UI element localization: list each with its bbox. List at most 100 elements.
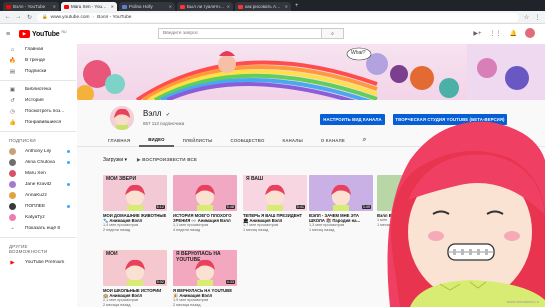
sidebar-item-label: YouTube Premium [25,260,65,265]
video-thumbnail[interactable]: МОИ 5:02 [103,250,167,286]
sidebar-item-history[interactable]: ↺ История [0,95,76,106]
banner-text: What? [351,50,366,56]
search-button[interactable]: ⌕ [322,28,344,39]
channel-tab[interactable]: ВИДЕО [139,134,174,147]
create-video-icon[interactable]: ▶+ [473,30,481,37]
divider [0,80,76,81]
subscription-item[interactable]: Maru Xen [0,168,76,179]
browser-tab[interactable]: Вэлл - YouTube ✕ [3,2,59,11]
address-bar[interactable]: 🔒 www.youtube.com › Вэлл - YouTube [37,12,519,22]
video-card[interactable]: Я ВЕРНУЛАСЬ НА YOUTUBE 4:33 Я ВЕРНУЛАСЬ НА… [173,250,237,307]
subscription-item[interactable]: KatyaTyz [0,212,76,223]
tab-favicon-icon [180,4,185,9]
video-card[interactable]: 5:48 ИСТОРИЯ МОЕГО ПЛОХОГО ЗРЕНИЯ 👓 Анима… [173,175,237,233]
sidebar-item-label: В тренде [25,58,46,63]
video-title[interactable]: МОИ ДОМАШНИЕ ЖИВОТНЫЕ 🐾 Анимация Вэлл [103,213,167,223]
channel-tab[interactable]: ГЛАВНАЯ [99,134,139,147]
sidebar-item-trending[interactable]: 🔥 В тренде [0,55,76,66]
channel-tab[interactable]: СООБЩЕСТВО [222,134,274,147]
channel-tab[interactable]: ПЛЕЙЛИСТЫ [174,134,222,147]
notifications-icon[interactable]: 🔔 [510,30,517,37]
account-avatar[interactable] [525,28,535,38]
hamburger-menu-icon[interactable]: ≡ [6,31,16,38]
back-icon[interactable]: ← [4,14,11,20]
close-tab-icon[interactable]: ✕ [169,4,172,9]
browser-tab[interactable]: как рисовать Анимация —✕ [235,2,291,11]
studio-beta-button[interactable]: ТВОРЧЕСКАЯ СТУДИЯ YOUTUBE (БЕТА-ВЕРСИЯ) [393,114,507,125]
browser-tab[interactable]: Maru Xen - YouTube ✕ [61,2,117,11]
trending-icon: 🔥 [9,57,16,64]
video-card[interactable]: МОИ 5:02 МОИ ШКОЛЬНЫЕ ИСТОРИИ 🏫 Анимация В… [103,250,167,307]
uploads-dropdown[interactable]: Загрузки ▾ [103,157,127,163]
video-thumbnail[interactable]: Я ВЕРНУЛАСЬ НА YOUTUBE 4:33 [173,250,237,286]
video-card[interactable]: Я ВАШ 5:41 ТЕПЕРЬ Я ВАШ ПРЕЗИДЕНТ 🏛 Анимац… [243,175,307,233]
video-duration: 5:02 [155,280,165,284]
play-all-button[interactable]: ▶ ВОСПРОИЗВЕСТИ ВСЕ [137,157,197,163]
forward-icon[interactable]: → [15,14,22,20]
divider [0,237,76,238]
channel-search-icon[interactable]: ⌕ [354,134,376,147]
sidebar-item-watch-later[interactable]: ◷ Посмотреть поз... [0,106,76,117]
channel-tab[interactable]: О КАНАЛЕ [312,134,354,147]
channel-tabs: ГЛАВНАЯ ВИДЕО ПЛЕЙЛИСТЫ СООБЩЕСТВО КАНАЛЫ О К… [77,134,545,147]
browser-tab[interactable]: Polina Holly ✕ [119,2,175,11]
subscription-item[interactable]: Alina Chutova [0,157,76,168]
sidebar-item-premium[interactable]: ▶ YouTube Premium [0,257,76,268]
video-thumbnail[interactable]: МОИ ЗВЕРИ 6:12 [103,175,167,211]
video-age: 1 месяц назад [243,227,269,232]
youtube-premium-icon: ▶ [10,259,15,266]
close-tab-icon[interactable]: ✕ [227,4,230,9]
sidebar-item-home[interactable]: ⌂ Главная [0,44,76,55]
close-tab-icon[interactable]: ✕ [285,4,288,9]
subscription-item[interactable]: Anthony Lily [0,146,76,157]
video-title[interactable]: МОИ ШКОЛЬНЫЕ ИСТОРИИ 🏫 Анимация Вэлл [103,288,167,298]
sidebar-item-library[interactable]: ▣ Библиотека [0,84,76,95]
video-title[interactable]: ТЕПЕРЬ Я ВАШ ПРЕЗИДЕНТ 🏛 Анимация Вэлл [243,213,307,223]
tab-favicon-icon [6,4,11,9]
video-card[interactable]: 3:49 ВЭЛЛ - ЗАЧЕМ МНЕ ЭТА ШКОЛА 📚 Пародия… [309,175,373,233]
video-thumbnail[interactable]: 4:10 [377,175,441,211]
video-thumbnail[interactable]: 3:49 [309,175,373,211]
video-thumbnail[interactable]: 5:48 [173,175,237,211]
sidebar-item-subscriptions[interactable]: ▤ Подписки [0,66,76,77]
channel-avatar[interactable] [110,106,134,130]
subscription-item[interactable]: ⌄ Показать ещё 8 [0,223,76,234]
liked-icon: 👍 [9,119,16,126]
reload-icon[interactable]: ↻ [26,14,33,21]
video-title[interactable]: ИСТОРИЯ МОЕГО ПЛОХОГО ЗРЕНИЯ 👓 Анимация … [173,213,237,223]
apps-icon[interactable]: ⋮⋮ [490,30,502,37]
customize-channel-button[interactable]: НАСТРОИТЬ ВИД КАНАЛА [320,114,385,125]
sidebar-item-liked[interactable]: 👍 Понравившиеся [0,117,76,128]
video-age: 2 недели назад [103,227,131,232]
video-age: 2 месяца назад [173,302,201,307]
subscription-item[interactable]: Jane Kravitz [0,179,76,190]
channel-avatar [9,203,16,210]
video-card[interactable]: 4:10 Вэлл Вэлл Вэлл 1 млн 1 месяц [377,175,441,228]
youtube-logo[interactable]: ▶ YouTube RU [19,30,67,38]
channel-avatar [9,181,16,188]
menu-icon[interactable]: ⋮ [534,14,541,21]
search-icon: ⌕ [331,30,334,37]
new-content-dot-icon [67,183,70,186]
close-tab-icon[interactable]: ✕ [53,4,56,9]
video-card[interactable]: МОИ ЗВЕРИ 6:12 МОИ ДОМАШНИЕ ЖИВОТНЫЕ 🐾 Ани… [103,175,167,233]
close-tab-icon[interactable]: ✕ [111,4,114,9]
subscription-label: Anthony Lily [25,149,52,154]
video-title[interactable]: ВЭЛЛ - ЗАЧЕМ МНЕ ЭТА ШКОЛА 📚 Пародия на.… [309,213,373,223]
subscription-label: Alina Chutova [25,160,55,165]
new-tab-button[interactable]: + [295,3,299,9]
browser-tab[interactable]: Был ли туалетная — Янд✕ [177,2,233,11]
watch-later-icon: ◷ [10,108,15,115]
video-title[interactable]: Я ВЕРНУЛАСЬ НА YOUTUBE 🎉 Анимация Вэлл [173,288,237,298]
channel-name-text: Вэлл [143,109,162,118]
channel-tab[interactable]: КАНАЛЫ [274,134,312,147]
tab-title: Был ли туалетная — Янд [187,4,225,9]
search-input[interactable] [158,28,322,39]
video-thumbnail[interactable]: Я ВАШ 5:41 [243,175,307,211]
tab-title: Maru Xen - YouTube [71,4,109,9]
subscription-item[interactable]: AnnaKuzz [0,190,76,201]
star-icon[interactable]: ☆ [523,14,530,21]
subscriber-count: 857 113 подписчика [143,121,185,126]
subscription-item[interactable]: ПОПЛЕЕ [0,201,76,212]
video-duration: 5:41 [295,205,305,209]
